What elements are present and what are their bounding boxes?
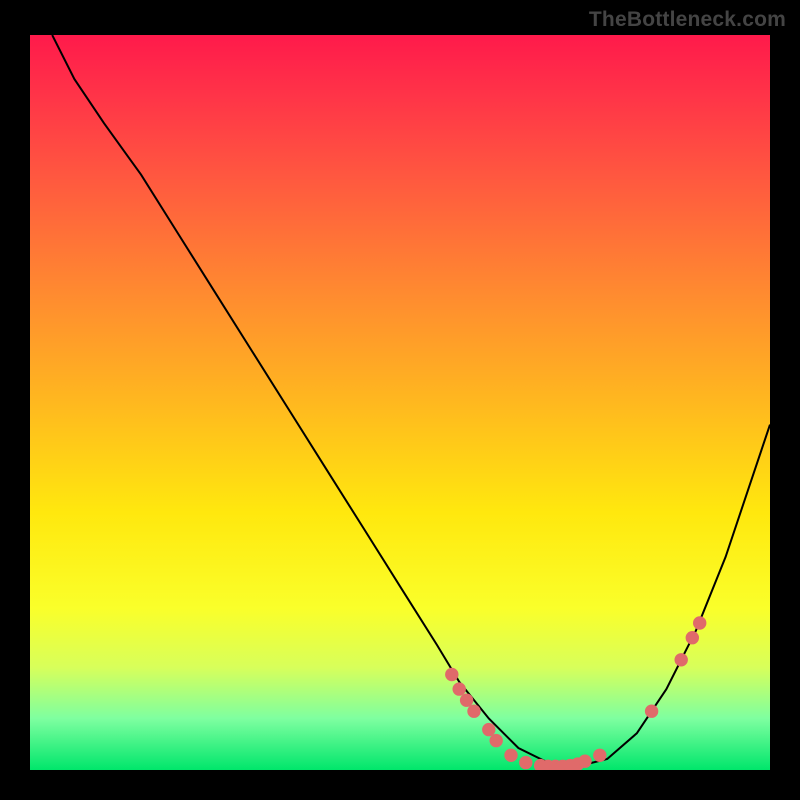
marker-dot	[519, 756, 532, 769]
watermark-text: TheBottleneck.com	[589, 8, 786, 32]
marker-dot	[578, 755, 591, 768]
chart-svg	[30, 35, 770, 770]
marker-dot	[675, 653, 688, 666]
marker-dot	[453, 682, 466, 695]
marker-dot	[504, 749, 517, 762]
markers-group	[445, 616, 706, 770]
marker-dot	[490, 734, 503, 747]
marker-dot	[460, 694, 473, 707]
marker-dot	[593, 749, 606, 762]
chart-frame: TheBottleneck.com	[0, 0, 800, 800]
marker-dot	[645, 705, 658, 718]
marker-dot	[686, 631, 699, 644]
marker-dot	[482, 723, 495, 736]
marker-dot	[445, 668, 458, 681]
curve-path	[52, 35, 770, 766]
marker-dot	[467, 705, 480, 718]
plot-area	[30, 35, 770, 770]
marker-dot	[693, 616, 706, 629]
